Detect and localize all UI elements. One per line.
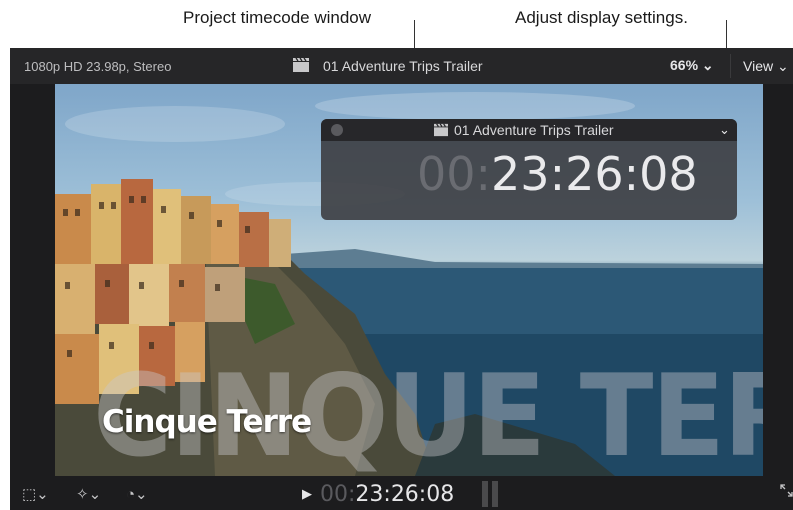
callout-display-settings: Adjust display settings. <box>515 8 688 27</box>
transform-crop-menu-icon[interactable]: ⬚⌄ <box>22 485 49 503</box>
format-info: 1080p HD 23.98p, Stereo <box>24 59 172 74</box>
audio-meter-right <box>492 481 498 507</box>
audio-meter-left <box>482 481 488 507</box>
divider <box>730 54 731 78</box>
zoom-menu[interactable]: 66% ⌄ <box>670 57 714 74</box>
timecode-value: 23:26:08 <box>491 147 698 201</box>
retime-menu-icon[interactable]: ◔⌄ <box>126 485 148 503</box>
viewer-window: 1080p HD 23.98p, Stereo 01 Adventure Tri… <box>10 48 793 510</box>
viewer-top-bar: 1080p HD 23.98p, Stereo 01 Adventure Tri… <box>10 48 793 84</box>
fullscreen-icon[interactable] <box>780 484 793 497</box>
timecode-hours-dim: 00: <box>417 147 492 201</box>
play-button[interactable]: ▶ <box>302 486 312 502</box>
view-menu[interactable]: View ⌄ <box>743 58 789 75</box>
project-timecode-window[interactable]: 01 Adventure Trips Trailer ⌄ 00:23:26:08 <box>321 119 737 220</box>
clapperboard-icon <box>434 123 448 137</box>
playhead-timecode: 00:23:26:08 <box>320 482 454 507</box>
title-overlay-small: Cinque Terre <box>102 404 312 440</box>
clapperboard-icon <box>293 57 309 72</box>
viewer-bottom-bar: ⬚⌄ ✧⌄ ◔⌄ ▶ 00:23:26:08 <box>10 476 793 510</box>
playhead-timecode-value: 23:26:08 <box>355 482 455 507</box>
callout-timecode-window: Project timecode window <box>183 8 372 27</box>
project-title: 01 Adventure Trips Trailer <box>323 58 483 74</box>
timecode-display: 00:23:26:08 <box>417 147 698 201</box>
display-settings-chevron-icon[interactable]: ⌄ <box>719 122 730 138</box>
enhancements-menu-icon[interactable]: ✧⌄ <box>76 485 101 503</box>
timecode-window-title: 01 Adventure Trips Trailer <box>454 122 614 138</box>
playhead-timecode-dim: 00: <box>320 482 356 507</box>
close-button[interactable] <box>331 124 343 136</box>
